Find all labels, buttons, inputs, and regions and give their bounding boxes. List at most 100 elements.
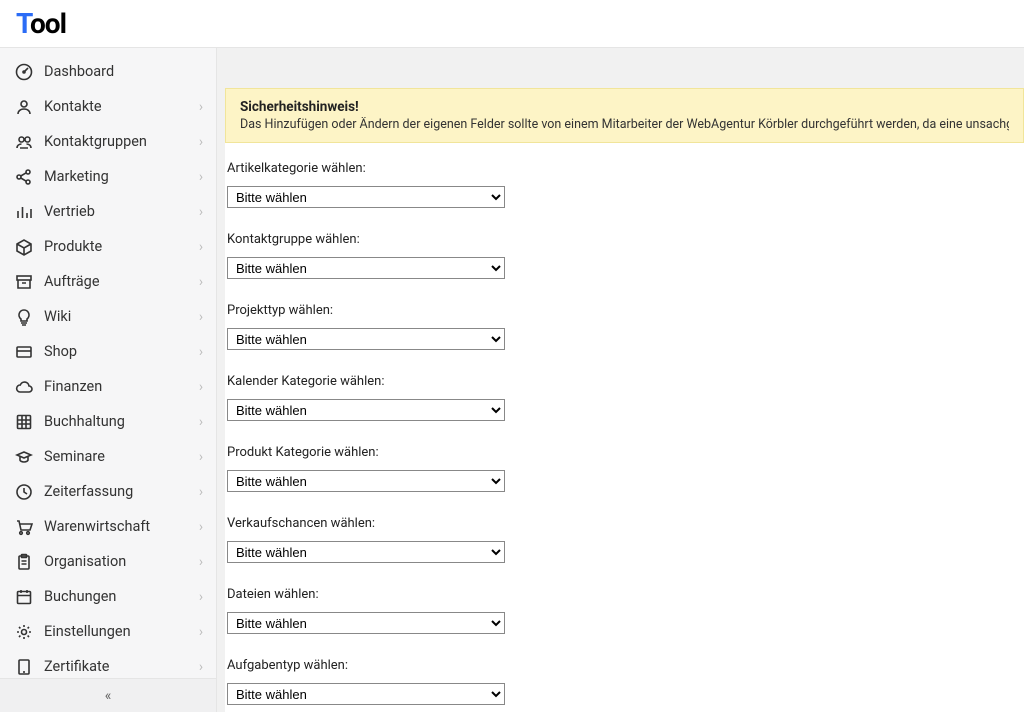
sidebar-item-zertifikate[interactable]: Zertifikate› (0, 649, 216, 678)
cart-icon (14, 517, 34, 537)
nav-list: DashboardKontakte›Kontaktgruppen›Marketi… (0, 48, 216, 678)
sidebar-item-label: Kontakte (44, 98, 196, 115)
cap-icon (14, 447, 34, 467)
sidebar-item-produkte[interactable]: Produkte› (0, 229, 216, 264)
chevron-right-icon: › (196, 449, 206, 465)
alert-title: Sicherheitshinweis! (240, 99, 1009, 115)
field-select[interactable]: Bitte wählen (227, 257, 505, 279)
chevron-right-icon: › (196, 204, 206, 220)
field-select[interactable]: Bitte wählen (227, 612, 505, 634)
app-header: Tool (0, 0, 1024, 48)
sidebar-item-label: Seminare (44, 448, 196, 465)
sidebar-item-kontakte[interactable]: Kontakte› (0, 89, 216, 124)
sidebar-item-label: Kontaktgruppen (44, 133, 196, 150)
sidebar: DashboardKontakte›Kontaktgruppen›Marketi… (0, 48, 217, 712)
sidebar-item-label: Finanzen (44, 378, 196, 395)
chevron-right-icon: › (196, 344, 206, 360)
box-icon (14, 237, 34, 257)
form-row: Dateien wählen: Bitte wählen (225, 587, 1024, 650)
form-row: Produkt Kategorie wählen: Bitte wählen (225, 445, 1024, 508)
form-row: Artikelkategorie wählen: Bitte wählen (225, 161, 1024, 224)
chevron-right-icon: › (196, 484, 206, 500)
chevron-right-icon: › (196, 414, 206, 430)
sidebar-item-vertrieb[interactable]: Vertrieb› (0, 194, 216, 229)
archive-icon (14, 272, 34, 292)
sidebar-item-seminare[interactable]: Seminare› (0, 439, 216, 474)
sidebar-item-label: Marketing (44, 168, 196, 185)
field-label: Dateien wählen: (227, 587, 1022, 602)
field-select[interactable]: Bitte wählen (227, 541, 505, 563)
chevron-right-icon: › (196, 379, 206, 395)
cloud-icon (14, 377, 34, 397)
sidebar-item-label: Buchhaltung (44, 413, 196, 430)
field-select[interactable]: Bitte wählen (227, 683, 505, 705)
sidebar-item-marketing[interactable]: Marketing› (0, 159, 216, 194)
sidebar-item-label: Organisation (44, 553, 196, 570)
user-icon (14, 97, 34, 117)
gauge-icon (14, 62, 34, 82)
main-area: Sicherheitshinweis! Das Hinzufügen oder … (217, 48, 1024, 712)
field-label: Verkaufschancen wählen: (227, 516, 1022, 531)
settings-form: Artikelkategorie wählen:Bitte wählenKont… (225, 161, 1024, 712)
chevron-right-icon: › (196, 624, 206, 640)
chevron-right-icon: › (196, 99, 206, 115)
sidebar-item-buchungen[interactable]: Buchungen› (0, 579, 216, 614)
sidebar-item-wiki[interactable]: Wiki› (0, 299, 216, 334)
logo-text: ool (30, 7, 66, 40)
sidebar-item-einstellungen[interactable]: Einstellungen› (0, 614, 216, 649)
clock-icon (14, 482, 34, 502)
field-select[interactable]: Bitte wählen (227, 328, 505, 350)
sidebar-item-kontaktgruppen[interactable]: Kontaktgruppen› (0, 124, 216, 159)
bars-icon (14, 202, 34, 222)
card-icon (14, 342, 34, 362)
field-label: Aufgabentyp wählen: (227, 658, 1022, 673)
logo-accent: T (16, 7, 30, 40)
field-label: Produkt Kategorie wählen: (227, 445, 1022, 460)
sidebar-item-label: Einstellungen (44, 623, 196, 640)
field-label: Artikelkategorie wählen: (227, 161, 1022, 176)
chevron-right-icon: › (196, 519, 206, 535)
sidebar-item-label: Shop (44, 343, 196, 360)
sidebar-item-label: Zeiterfassung (44, 483, 196, 500)
chevron-right-icon: › (196, 239, 206, 255)
device-icon (14, 657, 34, 677)
form-row: Kontaktgruppe wählen: Bitte wählen (225, 232, 1024, 295)
gear-icon (14, 622, 34, 642)
grid-icon (14, 412, 34, 432)
form-row: Projekttyp wählen: Bitte wählen (225, 303, 1024, 366)
share-icon (14, 167, 34, 187)
sidebar-item-label: Zertifikate (44, 658, 196, 675)
chevron-right-icon: › (196, 134, 206, 150)
field-label: Projekttyp wählen: (227, 303, 1022, 318)
sidebar-item-label: Buchungen (44, 588, 196, 605)
field-select[interactable]: Bitte wählen (227, 399, 505, 421)
field-label: Kontaktgruppe wählen: (227, 232, 1022, 247)
chevron-right-icon: › (196, 274, 206, 290)
form-row: Aufgabentyp wählen: Bitte wählen (225, 658, 1024, 712)
calendar-icon (14, 587, 34, 607)
sidebar-item-label: Vertrieb (44, 203, 196, 220)
field-select[interactable]: Bitte wählen (227, 470, 505, 492)
security-alert: Sicherheitshinweis! Das Hinzufügen oder … (225, 88, 1024, 143)
chevron-right-icon: › (196, 169, 206, 185)
sidebar-item-aufträge[interactable]: Aufträge› (0, 264, 216, 299)
sidebar-item-dashboard[interactable]: Dashboard (0, 54, 216, 89)
sidebar-item-organisation[interactable]: Organisation› (0, 544, 216, 579)
sidebar-item-buchhaltung[interactable]: Buchhaltung› (0, 404, 216, 439)
sidebar-item-shop[interactable]: Shop› (0, 334, 216, 369)
sidebar-collapse-button[interactable]: « (0, 678, 216, 712)
form-row: Verkaufschancen wählen: Bitte wählen (225, 516, 1024, 579)
chevron-right-icon: › (196, 589, 206, 605)
sidebar-item-label: Wiki (44, 308, 196, 325)
sidebar-item-label: Produkte (44, 238, 196, 255)
alert-text: Das Hinzufügen oder Ändern der eigenen F… (240, 117, 1009, 132)
clipboard-icon (14, 552, 34, 572)
bulb-icon (14, 307, 34, 327)
collapse-icon: « (105, 688, 112, 704)
sidebar-item-zeiterfassung[interactable]: Zeiterfassung› (0, 474, 216, 509)
sidebar-item-label: Dashboard (44, 63, 206, 80)
field-select[interactable]: Bitte wählen (227, 186, 505, 208)
sidebar-item-warenwirtschaft[interactable]: Warenwirtschaft› (0, 509, 216, 544)
sidebar-item-finanzen[interactable]: Finanzen› (0, 369, 216, 404)
chevron-right-icon: › (196, 659, 206, 675)
